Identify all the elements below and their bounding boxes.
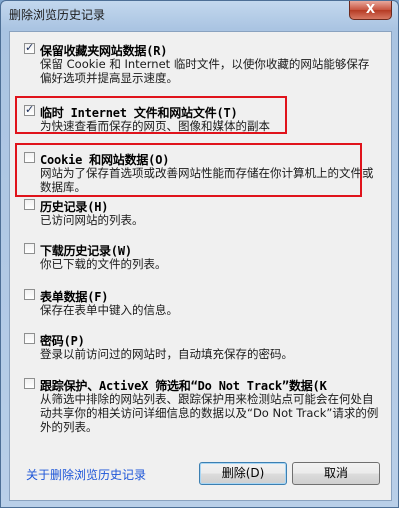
option-form-data: 表单数据(F) 保存在表单中键入的信息。 [24,288,384,318]
option-description: 保留 Cookie 和 Internet 临时文件，以使你收藏的网站能够保存偏好… [40,57,370,85]
dialog-body: 保留收藏夹网站数据(R) 保留 Cookie 和 Internet 临时文件，以… [9,31,392,501]
option-passwords: 密码(P) 登录以前访问过的网站时，自动填充保存的密码。 [24,332,384,362]
passwords-checkbox[interactable] [24,333,35,344]
option-download-history: 下载历史记录(W) 你已下载的文件的列表。 [24,242,384,272]
form-data-checkbox[interactable] [24,289,35,300]
option-description: 登录以前访问过的网站时，自动填充保存的密码。 [40,347,293,361]
option-tracking-protection: 跟踪保护、ActiveX 筛选和“Do Not Track”数据(K 从筛选中排… [24,377,384,437]
option-description: 已访问网站的列表。 [40,213,144,227]
option-description: 从筛选中排除的网站列表、跟踪保护用来检测站点可能会在何处自动共享你的相关访问详细… [40,392,379,434]
delete-history-dialog: 删除浏览历史记录 X 保留收藏夹网站数据(R) 保留 Cookie 和 Inte… [0,0,399,508]
close-button[interactable]: X [349,1,392,20]
cancel-button[interactable]: 取消 [292,462,380,485]
option-preserve-favorites: 保留收藏夹网站数据(R) 保留 Cookie 和 Internet 临时文件，以… [24,41,384,85]
option-description: 保存在表单中键入的信息。 [40,303,178,317]
window-title: 删除浏览历史记录 [9,8,106,22]
about-delete-history-link[interactable]: 关于删除浏览历史记录 [26,466,146,483]
highlight-box-temp-files [15,96,287,134]
delete-button[interactable]: 删除(D) [199,462,287,485]
history-checkbox[interactable] [24,199,35,210]
download-history-checkbox[interactable] [24,243,35,254]
highlight-box-cookies [15,143,362,197]
option-description: 你已下载的文件的列表。 [40,257,167,271]
option-history: 历史记录(H) 已访问网站的列表。 [24,198,384,228]
preserve-favorites-checkbox[interactable] [24,41,35,54]
tracking-protection-checkbox[interactable] [24,378,35,389]
